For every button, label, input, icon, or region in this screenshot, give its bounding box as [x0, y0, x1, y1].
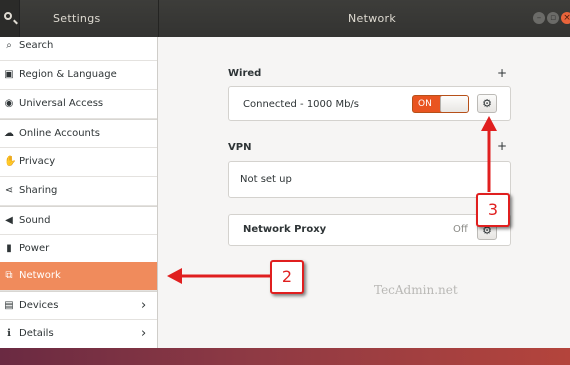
sidebar-item-sound[interactable]: ◀ Sound: [0, 206, 157, 235]
wired-settings-button[interactable]: ⚙: [477, 94, 497, 113]
page-title: Network: [348, 12, 397, 25]
add-wired-button[interactable]: +: [497, 66, 507, 80]
callout-2: 2: [270, 260, 304, 294]
switch-on-label: ON: [418, 99, 432, 109]
sidebar-item-online-accounts[interactable]: ☁ Online Accounts: [0, 119, 157, 148]
sidebar-item-label: Privacy: [19, 156, 56, 167]
accessibility-icon: ◉: [4, 98, 14, 109]
wired-connection-row: Connected - 1000 Mb/s ON ⚙: [228, 86, 511, 121]
sidebar-item-label: Network: [19, 270, 61, 281]
sidebar-item-label: Sharing: [19, 185, 58, 196]
sidebar-item-details[interactable]: ℹ Details ›: [0, 320, 157, 348]
search-icon: [4, 12, 12, 20]
chevron-right-icon: ›: [141, 326, 147, 341]
watermark: TecAdmin.net: [374, 283, 458, 297]
sidebar-item-label: Power: [19, 243, 50, 254]
vpn-section-title: VPN: [228, 142, 252, 153]
power-icon: ▮: [6, 243, 12, 254]
network-proxy-label: Network Proxy: [243, 224, 327, 235]
switch-knob: [440, 96, 468, 112]
settings-title: Settings: [53, 12, 101, 25]
maximize-icon[interactable]: ▫: [547, 12, 559, 24]
settings-window: Settings Network – ▫ × ⌕ Search ▣ Region…: [0, 0, 570, 348]
header-search-button[interactable]: [0, 0, 20, 37]
wired-connection-status: Connected - 1000 Mb/s: [243, 99, 359, 110]
sidebar-item-label: Universal Access: [19, 98, 104, 109]
speaker-icon: ◀: [5, 215, 13, 226]
sidebar-item-sharing[interactable]: ⋖ Sharing: [0, 177, 157, 206]
search-icon: ⌕: [6, 40, 12, 51]
network-icon: ⧉: [5, 270, 13, 281]
sidebar-item-power[interactable]: ▮ Power: [0, 235, 157, 264]
sidebar: ⌕ Search ▣ Region & Language ◉ Universal…: [0, 37, 158, 348]
vpn-status: Not set up: [240, 174, 292, 185]
sidebar-item-label: Details: [19, 328, 54, 339]
sidebar-item-label: Search: [19, 40, 54, 51]
sidebar-item-devices[interactable]: ▤ Devices ›: [0, 291, 157, 320]
sidebar-item-region-language[interactable]: ▣ Region & Language: [0, 61, 157, 90]
vpn-row: Not set up: [228, 161, 511, 198]
callout-3: 3: [476, 193, 510, 227]
sidebar-item-label: Devices: [19, 300, 59, 311]
online-accounts-icon: ☁: [4, 128, 14, 139]
minimize-icon[interactable]: –: [533, 12, 545, 24]
network-proxy-row[interactable]: Network Proxy Off ⚙: [228, 214, 511, 246]
sidebar-item-universal-access[interactable]: ◉ Universal Access: [0, 90, 157, 119]
sidebar-item-network[interactable]: ⧉ Network: [0, 262, 157, 291]
header-bar: Settings Network – ▫ ×: [0, 0, 570, 37]
add-vpn-button[interactable]: +: [497, 139, 507, 153]
info-icon: ℹ: [7, 328, 11, 339]
sidebar-item-label: Online Accounts: [19, 128, 101, 139]
gear-icon: ⚙: [482, 97, 492, 110]
devices-icon: ▤: [4, 300, 14, 311]
wired-section-title: Wired: [228, 68, 262, 79]
close-icon[interactable]: ×: [561, 12, 570, 24]
sidebar-item-privacy[interactable]: ✋ Privacy: [0, 148, 157, 177]
header-divider: [158, 0, 159, 37]
sidebar-item-label: Region & Language: [19, 69, 117, 80]
region-icon: ▣: [4, 69, 14, 80]
network-proxy-status: Off: [453, 224, 468, 235]
privacy-hand-icon: ✋: [4, 156, 17, 167]
sidebar-item-search[interactable]: ⌕ Search: [0, 37, 157, 61]
chevron-right-icon: ›: [141, 298, 147, 313]
sidebar-item-label: Sound: [19, 215, 51, 226]
wired-toggle-switch[interactable]: ON: [412, 95, 469, 113]
share-icon: ⋖: [4, 185, 14, 196]
